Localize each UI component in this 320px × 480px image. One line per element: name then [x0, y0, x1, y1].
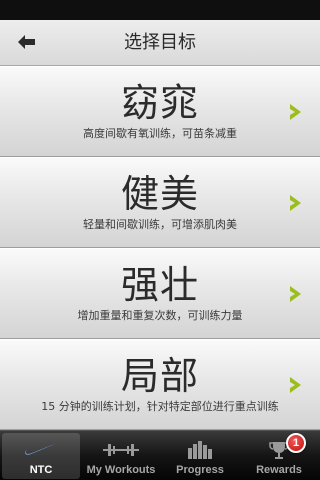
notification-badge: 1 [286, 433, 306, 453]
tab-bar: NTC My Workouts Progress 1 Rewards [0, 430, 320, 480]
tab-rewards[interactable]: 1 Rewards [240, 433, 318, 479]
arrow-left-icon [18, 35, 35, 49]
tab-label: Progress [176, 464, 224, 476]
swoosh-icon [25, 443, 57, 455]
chevron-right-icon [290, 377, 301, 393]
tab-my-workouts[interactable]: My Workouts [82, 433, 160, 479]
goal-title: 强壮 [120, 263, 199, 307]
dumbbell-icon [103, 444, 139, 456]
goal-subtitle: 轻量和间歇训练，可增添肌肉美 [83, 218, 237, 231]
goal-card-toned[interactable]: 健美 轻量和间歇训练，可增添肌肉美 [0, 157, 320, 248]
navigation-bar: 选择目标 [0, 20, 320, 66]
back-button[interactable] [12, 28, 42, 56]
goal-card-strong[interactable]: 强壮 增加重量和重复次数，可训练力量 [0, 248, 320, 339]
chevron-right-icon [290, 104, 301, 120]
bar-chart-icon [188, 441, 212, 459]
status-bar [0, 0, 320, 20]
tab-label: NTC [29, 464, 53, 476]
tab-progress[interactable]: Progress [161, 433, 239, 479]
goal-subtitle: 增加重量和重复次数，可训练力量 [77, 309, 243, 322]
goal-subtitle: 高度间歇有氧训练，可苗条减重 [83, 127, 237, 140]
page-title: 选择目标 [124, 32, 196, 53]
goal-title: 健美 [120, 172, 199, 216]
goal-title: 局部 [120, 354, 199, 398]
goal-card-slim[interactable]: 窈窕 高度间歇有氧训练，可苗条减重 [0, 66, 320, 157]
tab-label: My Workouts [86, 464, 156, 476]
goal-card-focused[interactable]: 局部 15 分钟的训练计划，针对特定部位进行重点训练 [0, 339, 320, 430]
goal-list: 窈窕 高度间歇有氧训练，可苗条减重 健美 轻量和间歇训练，可增添肌肉美 强壮 增… [0, 66, 320, 430]
chevron-right-icon [290, 286, 301, 302]
tab-label: Rewards [256, 464, 302, 476]
goal-subtitle: 15 分钟的训练计划，针对特定部位进行重点训练 [41, 400, 279, 413]
goal-title: 窈窕 [120, 81, 199, 125]
chevron-right-icon [290, 195, 301, 211]
tab-ntc[interactable]: NTC [2, 433, 80, 479]
